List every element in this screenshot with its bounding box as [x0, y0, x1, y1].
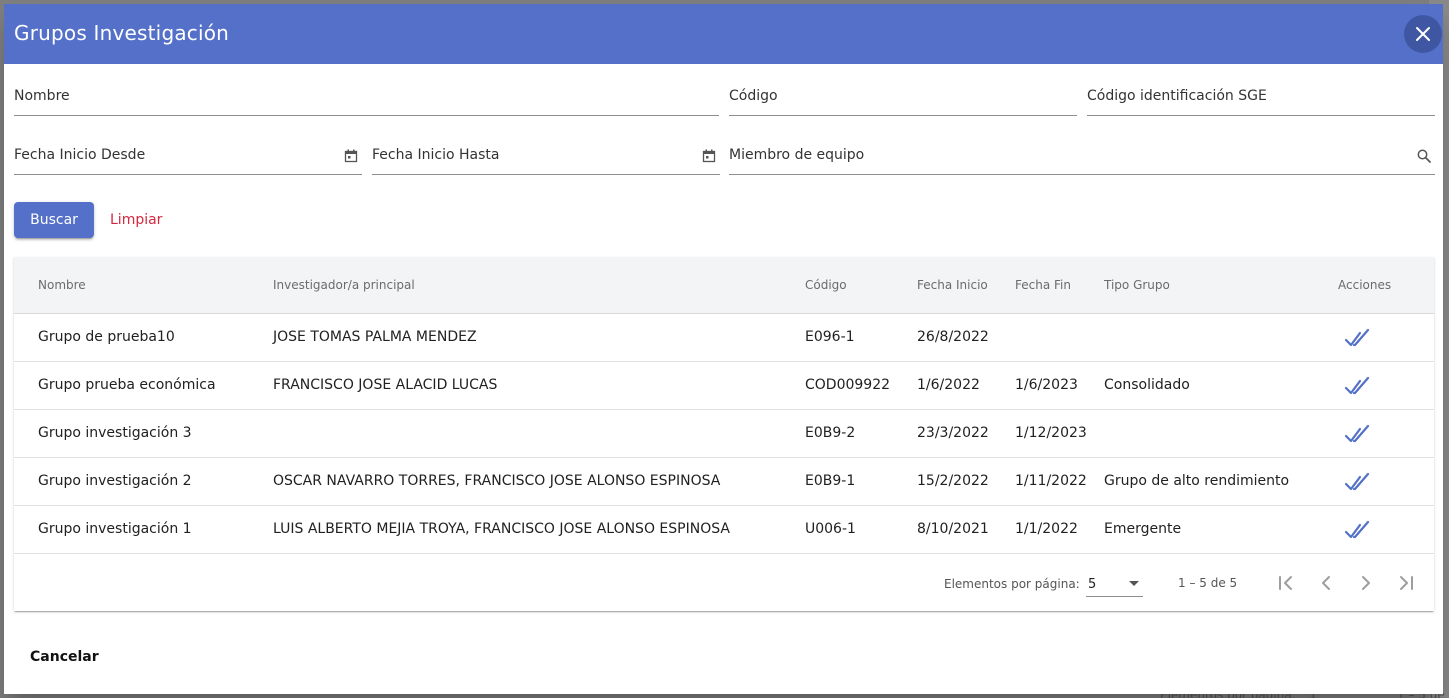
cell-nombre: Grupo de prueba10	[38, 329, 175, 345]
page-size-value: 5	[1088, 577, 1097, 592]
cell-codigo: U006-1	[805, 521, 856, 537]
codigo-field[interactable]: Código	[729, 76, 1077, 116]
calendar-icon[interactable]	[344, 149, 358, 163]
cell-nombre: Grupo investigación 1	[38, 521, 192, 537]
nombre-field[interactable]: Nombre	[14, 76, 719, 116]
column-header-fecha-fin[interactable]: Fecha Fin	[1015, 278, 1071, 292]
column-header-fecha-inicio[interactable]: Fecha Inicio	[917, 278, 988, 292]
table-row: Grupo prueba económica FRANCISCO JOSE AL…	[14, 362, 1434, 410]
previous-page-icon[interactable]	[1314, 571, 1338, 595]
cancelar-button[interactable]: Cancelar	[24, 640, 105, 674]
cell-fecha-inicio: 15/2/2022	[917, 473, 989, 489]
select-check-icon[interactable]	[1344, 422, 1370, 446]
column-header-tipo-grupo[interactable]: Tipo Grupo	[1104, 278, 1170, 292]
fecha-inicio-hasta-field[interactable]: Fecha Inicio Hasta	[372, 135, 720, 175]
cell-tipo-grupo: Consolidado	[1104, 377, 1190, 393]
cell-investigador: JOSE TOMAS PALMA MENDEZ	[273, 329, 477, 345]
cell-investigador: OSCAR NAVARRO TORRES, FRANCISCO JOSE ALO…	[273, 473, 721, 489]
search-icon[interactable]	[1417, 149, 1431, 163]
cell-fecha-inicio: 1/6/2022	[917, 377, 980, 393]
next-page-icon[interactable]	[1354, 571, 1378, 595]
codigo-label: Código	[729, 88, 778, 104]
table-row: Grupo de prueba10 JOSE TOMAS PALMA MENDE…	[14, 314, 1434, 362]
cell-codigo: E0B9-2	[805, 425, 856, 441]
select-check-icon[interactable]	[1344, 326, 1370, 350]
table-row: Grupo investigación 3 E0B9-2 23/3/2022 1…	[14, 410, 1434, 458]
codigo-sge-label: Código identificación SGE	[1087, 88, 1267, 104]
dialog-header: Grupos Investigación	[4, 4, 1443, 64]
table-header: Nombre Investigador/a principal Código F…	[14, 257, 1434, 314]
cell-fecha-inicio: 26/8/2022	[917, 329, 989, 345]
cell-fecha-fin: 1/12/2023	[1015, 425, 1087, 441]
cell-codigo: COD009922	[805, 377, 891, 393]
fecha-inicio-desde-label: Fecha Inicio Desde	[14, 147, 146, 163]
close-icon	[1416, 27, 1430, 41]
calendar-icon[interactable]	[702, 149, 716, 163]
column-header-nombre[interactable]: Nombre	[38, 278, 86, 292]
select-check-icon[interactable]	[1344, 518, 1370, 542]
cell-fecha-fin: 1/6/2023	[1015, 377, 1078, 393]
table-row: Grupo investigación 1 LUIS ALBERTO MEJIA…	[14, 506, 1434, 554]
cell-fecha-fin: 1/1/2022	[1015, 521, 1078, 537]
codigo-sge-field[interactable]: Código identificación SGE	[1087, 76, 1435, 116]
cell-fecha-inicio: 23/3/2022	[917, 425, 989, 441]
page-range-label: 1 – 5 de 5	[1178, 576, 1238, 590]
buscar-button[interactable]: Buscar	[14, 202, 94, 238]
select-check-icon[interactable]	[1344, 374, 1370, 398]
cell-fecha-inicio: 8/10/2021	[917, 521, 989, 537]
column-header-codigo[interactable]: Código	[805, 278, 847, 292]
grupos-investigacion-dialog: Grupos Investigación Nombre Código Códig…	[4, 4, 1443, 694]
dialog-title: Grupos Investigación	[14, 21, 230, 45]
cell-nombre: Grupo investigación 2	[38, 473, 192, 489]
cell-codigo: E096-1	[805, 329, 855, 345]
cell-nombre: Grupo investigación 3	[38, 425, 192, 441]
cell-nombre: Grupo prueba económica	[38, 377, 216, 393]
column-header-investigador[interactable]: Investigador/a principal	[273, 278, 415, 292]
table-row: Grupo investigación 2 OSCAR NAVARRO TORR…	[14, 458, 1434, 506]
nombre-label: Nombre	[14, 88, 70, 104]
miembro-equipo-field[interactable]: Miembro de equipo	[729, 135, 1435, 175]
page-size-select[interactable]: 5	[1086, 571, 1143, 597]
last-page-icon[interactable]	[1394, 571, 1418, 595]
column-header-acciones: Acciones	[1338, 278, 1392, 292]
fecha-inicio-desde-field[interactable]: Fecha Inicio Desde	[14, 135, 362, 175]
cell-tipo-grupo: Emergente	[1104, 521, 1182, 537]
close-button[interactable]	[1404, 15, 1442, 53]
paginator: Elementos por página: 5 1 – 5 de 5	[14, 555, 1434, 611]
cell-tipo-grupo: Grupo de alto rendimiento	[1104, 473, 1290, 489]
cell-investigador: FRANCISCO JOSE ALACID LUCAS	[273, 377, 498, 393]
fecha-inicio-hasta-label: Fecha Inicio Hasta	[372, 147, 500, 163]
first-page-icon[interactable]	[1274, 571, 1298, 595]
select-check-icon[interactable]	[1344, 470, 1370, 494]
miembro-equipo-label: Miembro de equipo	[729, 147, 865, 163]
page-size-label: Elementos por página:	[944, 577, 1080, 591]
cell-fecha-fin: 1/11/2022	[1015, 473, 1087, 489]
cell-codigo: E0B9-1	[805, 473, 856, 489]
dropdown-arrow-icon	[1129, 581, 1139, 586]
grupos-table: Nombre Investigador/a principal Código F…	[14, 257, 1434, 611]
cell-investigador: LUIS ALBERTO MEJIA TROYA, FRANCISCO JOSE…	[273, 521, 730, 537]
limpiar-button[interactable]: Limpiar	[108, 202, 164, 238]
